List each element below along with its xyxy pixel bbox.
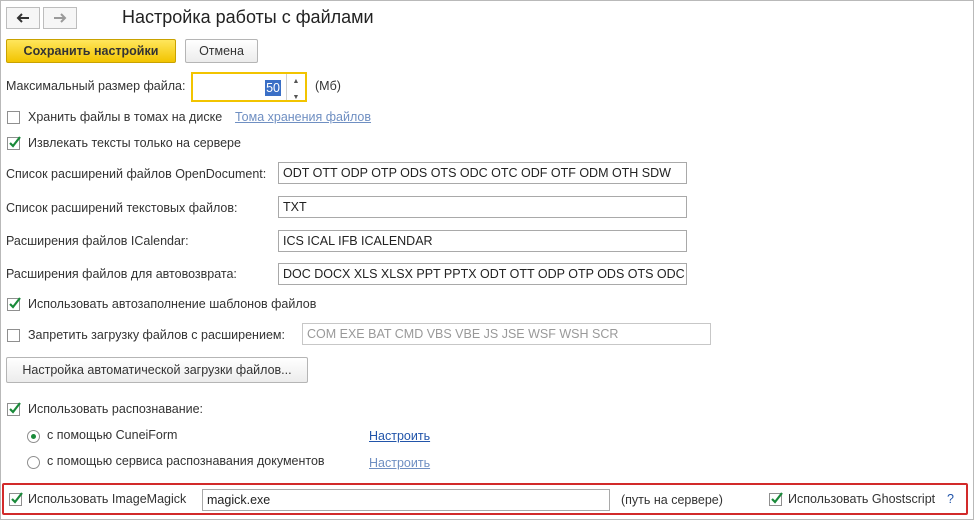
arrow-left-icon (16, 13, 29, 23)
store-in-volumes-label: Хранить файлы в томах на диске (28, 110, 223, 124)
auto-load-settings-button[interactable]: Настройка автоматической загрузки файлов… (6, 357, 308, 383)
recognition-label: Использовать распознавание: (28, 402, 203, 416)
checkmark-icon (9, 402, 21, 414)
page-title: Настройка работы с файлами (122, 7, 374, 27)
spin-up-icon[interactable]: ▲ (287, 74, 305, 90)
imagemagick-hint: (путь на сервере) (621, 493, 723, 507)
volumes-link[interactable]: Тома хранения файлов (235, 110, 371, 124)
autofill-label: Использовать автозаполнение шаблонов фай… (28, 297, 317, 311)
imagemagick-label: Использовать ImageMagick (28, 492, 187, 506)
spin-down-icon[interactable]: ▼ (287, 90, 305, 100)
checkmark-icon (771, 492, 783, 504)
ghostscript-checkbox[interactable] (769, 492, 783, 506)
max-size-value: 50 (265, 80, 281, 96)
checkmark-icon (9, 136, 21, 148)
cancel-button[interactable]: Отмена (185, 39, 258, 63)
ghostscript-label: Использовать Ghostscript (788, 492, 936, 506)
recognition-checkbox[interactable] (7, 402, 21, 416)
opendocument-label: Список расширений файлов OpenDocument: (6, 167, 267, 181)
extract-server-checkbox[interactable] (7, 136, 21, 150)
autofill-checkbox[interactable] (7, 297, 21, 311)
opendocument-field[interactable]: ODT OTT ODP OTP ODS OTS ODC OTC ODF OTF … (278, 162, 687, 184)
max-size-field[interactable]: 50 ▲ ▼ (191, 72, 307, 102)
max-size-label: Максимальный размер файла: (6, 79, 186, 93)
forbid-label: Запретить загрузку файлов с расширением: (28, 328, 285, 342)
forward-button[interactable] (43, 7, 77, 29)
icalendar-field[interactable]: ICS ICAL IFB ICALENDAR (278, 230, 687, 252)
save-settings-button[interactable]: Сохранить настройки (6, 39, 176, 63)
back-button[interactable] (6, 7, 40, 29)
store-in-volumes-checkbox[interactable] (7, 111, 20, 124)
cuneiform-configure-link[interactable]: Настроить (369, 429, 430, 443)
extract-server-label: Извлекать тексты только на сервере (28, 136, 241, 150)
imagemagick-path-field[interactable]: magick.exe (202, 489, 610, 511)
forbid-field[interactable]: COM EXE BAT CMD VBS VBE JS JSE WSF WSH S… (302, 323, 711, 345)
text-ext-field[interactable]: TXT (278, 196, 687, 218)
help-icon[interactable]: ? (947, 492, 954, 506)
radio-recognition-service-label: с помощью сервиса распознавания документ… (47, 454, 325, 468)
autoreturn-field[interactable]: DOC DOCX XLS XLSX PPT PPTX ODT OTT ODP O… (278, 263, 687, 285)
checkmark-icon (9, 297, 21, 309)
forbid-checkbox[interactable] (7, 329, 20, 342)
text-ext-label: Список расширений текстовых файлов: (6, 201, 238, 215)
arrow-right-icon (54, 13, 67, 23)
service-configure-link[interactable]: Настроить (369, 456, 430, 470)
settings-window: Настройка работы с файлами Сохранить нас… (0, 0, 974, 520)
max-size-unit: (Мб) (315, 79, 341, 93)
max-size-spinner[interactable]: ▲ ▼ (286, 74, 305, 100)
imagemagick-checkbox[interactable] (9, 492, 23, 506)
radio-recognition-service[interactable] (27, 456, 40, 469)
autoreturn-label: Расширения файлов для автовозврата: (6, 267, 237, 281)
checkmark-icon (11, 492, 23, 504)
radio-cuneiform[interactable] (27, 430, 40, 443)
radio-cuneiform-label: с помощью CuneiForm (47, 428, 178, 442)
icalendar-label: Расширения файлов ICalendar: (6, 234, 189, 248)
